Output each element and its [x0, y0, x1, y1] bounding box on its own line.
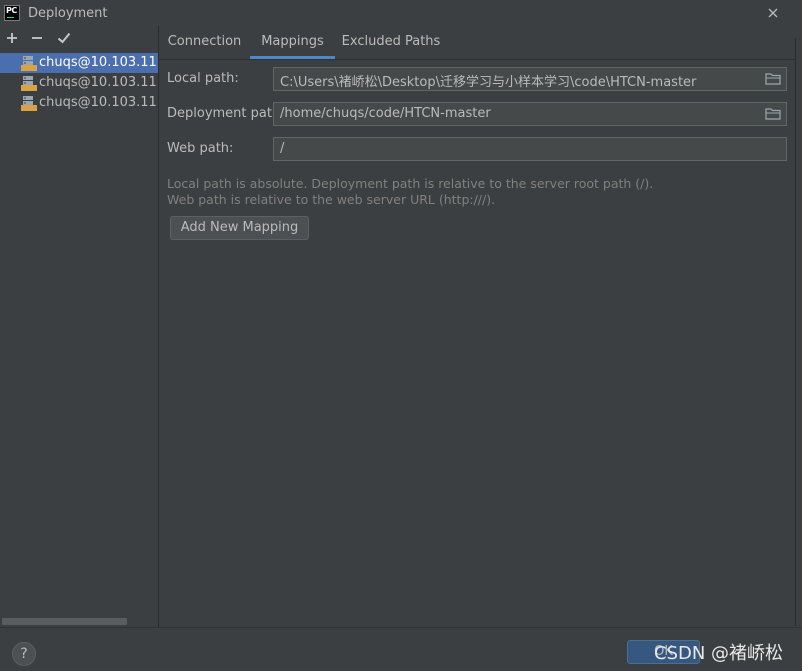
- deployment-path-value: /home/chuqs/code/HTCN-master: [280, 106, 491, 121]
- horizontal-scrollbar[interactable]: [2, 618, 127, 625]
- bottom-bar: ? OK CSDN @褚峤松: [0, 627, 802, 671]
- help-button[interactable]: ?: [12, 642, 36, 666]
- hint-line-1: Local path is absolute. Deployment path …: [167, 176, 654, 191]
- server-item[interactable]: chuqs@10.103.11.57: [0, 93, 158, 113]
- deployment-path-label: Deployment path:: [167, 106, 285, 121]
- pycharm-logo-icon: PC: [4, 5, 20, 21]
- tab-mappings[interactable]: Mappings: [250, 26, 335, 59]
- tab-excluded-paths[interactable]: Excluded Paths: [335, 26, 447, 59]
- web-path-label: Web path:: [167, 141, 234, 156]
- tab-bar: Connection Mappings Excluded Paths: [159, 26, 802, 60]
- sftp-server-icon: [21, 95, 37, 111]
- deployment-path-field[interactable]: /home/chuqs/code/HTCN-master: [273, 102, 787, 126]
- title-bar: PC Deployment: [0, 0, 802, 26]
- local-path-label: Local path:: [167, 71, 239, 86]
- close-icon[interactable]: [762, 2, 784, 24]
- sftp-server-icon: [21, 55, 37, 71]
- server-list-panel: chuqs@10.103.11.57 chuqs@10.103.11.57 ch…: [0, 26, 159, 627]
- hint-line-2: Web path is relative to the web server U…: [167, 192, 496, 207]
- folder-icon[interactable]: [765, 72, 781, 86]
- local-path-field[interactable]: C:\Users\褚峤松\Desktop\迁移学习与小样本学习\code\HTC…: [273, 67, 787, 91]
- server-list: chuqs@10.103.11.57 chuqs@10.103.11.57 ch…: [0, 53, 158, 113]
- folder-icon[interactable]: [765, 107, 781, 121]
- add-new-mapping-button[interactable]: Add New Mapping: [170, 216, 309, 240]
- server-item[interactable]: chuqs@10.103.11.57: [0, 53, 158, 73]
- side-strip: [795, 38, 802, 626]
- server-label: chuqs@10.103.11.57: [39, 75, 158, 90]
- window-title: Deployment: [28, 6, 108, 21]
- minus-icon[interactable]: [29, 30, 45, 46]
- plus-icon[interactable]: [4, 30, 20, 46]
- web-path-value: /: [280, 141, 285, 156]
- server-label: chuqs@10.103.11.57: [39, 55, 158, 70]
- local-path-value: C:\Users\褚峤松\Desktop\迁移学习与小样本学习\code\HTC…: [280, 75, 697, 90]
- tab-connection[interactable]: Connection: [159, 26, 250, 59]
- sftp-server-icon: [21, 75, 37, 91]
- server-item[interactable]: chuqs@10.103.11.57: [0, 73, 158, 93]
- check-icon[interactable]: [56, 30, 72, 46]
- watermark: CSDN @褚峤松: [654, 643, 784, 664]
- web-path-field[interactable]: /: [273, 137, 787, 161]
- server-label: chuqs@10.103.11.57: [39, 95, 158, 110]
